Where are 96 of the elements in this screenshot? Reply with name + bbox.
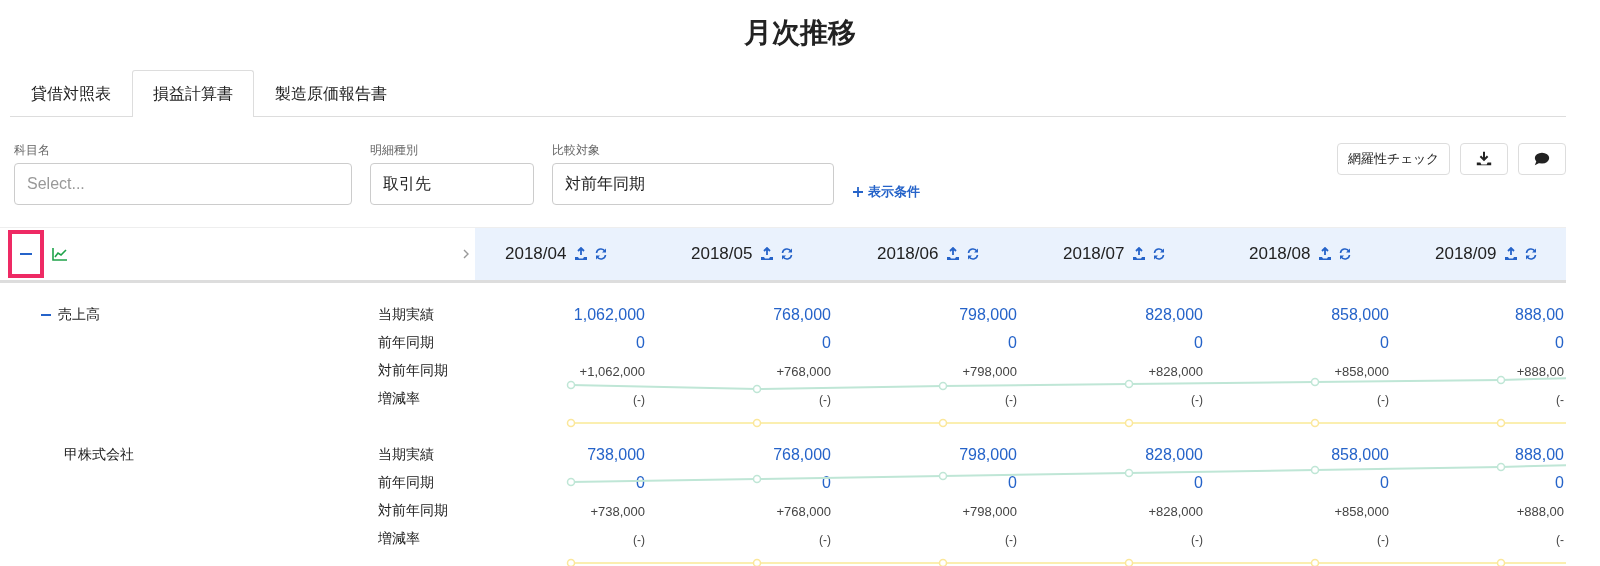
table-cell: 888,00 xyxy=(1515,306,1564,323)
table-cell: (-) xyxy=(633,533,645,547)
table-cell: 0 xyxy=(1008,474,1017,491)
metric-label: 前年同期 xyxy=(377,474,435,492)
page-title: 月次推移 xyxy=(743,16,857,50)
line-chart-icon[interactable] xyxy=(52,247,68,261)
metric-label: 対前年同期 xyxy=(377,502,449,520)
field-label: 科目名 xyxy=(14,142,51,159)
table-cell: +798,000 xyxy=(962,364,1017,379)
month-label: 2018/05 xyxy=(691,244,753,264)
download-icon xyxy=(1475,150,1493,168)
table-cell: (- xyxy=(1556,533,1564,547)
table-cell: +768,000 xyxy=(776,504,831,519)
upload-icon[interactable] xyxy=(760,247,775,261)
table-cell: 1,062,000 xyxy=(573,306,645,323)
metric-label: 当期実績 xyxy=(377,446,435,464)
tab[interactable]: 貸借対照表 xyxy=(10,70,132,117)
input-field[interactable]: 取引先 xyxy=(370,163,534,205)
input-field[interactable]: Select... xyxy=(14,163,352,205)
upload-icon[interactable] xyxy=(1504,247,1519,261)
table-cell: (-) xyxy=(633,393,645,407)
display-conditions-link[interactable]: 表示条件 xyxy=(852,183,920,201)
account-name: 売上高 xyxy=(58,306,100,324)
download-button[interactable] xyxy=(1460,143,1508,175)
refresh-icon[interactable] xyxy=(966,247,981,261)
plus-icon xyxy=(852,186,864,198)
collapse-all-button[interactable] xyxy=(8,230,44,278)
upload-icon[interactable] xyxy=(1132,247,1147,261)
table-cell: 798,000 xyxy=(959,306,1017,323)
upload-icon[interactable] xyxy=(574,247,589,261)
metric-label: 増減率 xyxy=(377,530,421,548)
table-cell: (-) xyxy=(1005,533,1017,547)
chevron-right-icon[interactable] xyxy=(463,249,469,259)
table-cell: +888,00 xyxy=(1516,364,1564,379)
table-cell: +828,000 xyxy=(1148,364,1203,379)
table-cell: (-) xyxy=(1191,533,1203,547)
refresh-icon[interactable] xyxy=(1524,247,1539,261)
table-cell: 0 xyxy=(1194,334,1203,351)
table-cell: +858,000 xyxy=(1334,504,1389,519)
table-cell: (-) xyxy=(819,533,831,547)
coverage-check-button[interactable]: 網羅性チェック xyxy=(1337,143,1450,175)
table-cell: 0 xyxy=(1008,334,1017,351)
minus-icon xyxy=(20,252,32,256)
tab[interactable]: 製造原価報告書 xyxy=(254,70,408,117)
table-cell: +768,000 xyxy=(776,364,831,379)
month-label: 2018/09 xyxy=(1435,244,1497,264)
refresh-icon[interactable] xyxy=(780,247,795,261)
table-cell: +798,000 xyxy=(962,504,1017,519)
table-cell: 0 xyxy=(636,334,645,351)
table-cell: 828,000 xyxy=(1145,306,1203,323)
table-cell: 828,000 xyxy=(1145,446,1203,463)
table-cell: +858,000 xyxy=(1334,364,1389,379)
table-cell: +1,062,000 xyxy=(579,364,645,379)
table-cell: 0 xyxy=(1555,334,1564,351)
field-label: 比較対象 xyxy=(552,142,601,159)
field-label: 明細種別 xyxy=(370,142,419,159)
comment-icon xyxy=(1533,150,1551,168)
metric-label: 増減率 xyxy=(377,390,421,408)
table-cell: 888,00 xyxy=(1515,446,1564,463)
refresh-icon[interactable] xyxy=(1152,247,1167,261)
table-cell: (-) xyxy=(1191,393,1203,407)
metric-label: 当期実績 xyxy=(377,306,435,324)
table-cell: (-) xyxy=(819,393,831,407)
table-cell: (-) xyxy=(1005,393,1017,407)
upload-icon[interactable] xyxy=(1318,247,1333,261)
table-cell: (- xyxy=(1556,393,1564,407)
comment-button[interactable] xyxy=(1518,143,1566,175)
table-cell: (-) xyxy=(1377,533,1389,547)
table-cell: +888,00 xyxy=(1516,504,1564,519)
table-cell: +828,000 xyxy=(1148,504,1203,519)
table-cell: 0 xyxy=(1380,474,1389,491)
table-cell: +738,000 xyxy=(590,504,645,519)
input-field[interactable]: 対前年同期 xyxy=(552,163,834,205)
table-cell: 768,000 xyxy=(773,306,831,323)
month-label: 2018/04 xyxy=(505,244,567,264)
table-cell: (-) xyxy=(1377,393,1389,407)
table-cell: 858,000 xyxy=(1331,446,1389,463)
table-cell: 858,000 xyxy=(1331,306,1389,323)
month-label: 2018/06 xyxy=(877,244,939,264)
table-cell: 0 xyxy=(1194,474,1203,491)
refresh-icon[interactable] xyxy=(1338,247,1353,261)
tab[interactable]: 損益計算書 xyxy=(132,70,254,117)
link-text[interactable]: 表示条件 xyxy=(868,183,920,201)
upload-icon[interactable] xyxy=(946,247,961,261)
table-cell: 0 xyxy=(822,334,831,351)
table-cell: 738,000 xyxy=(587,446,645,463)
month-label: 2018/07 xyxy=(1063,244,1125,264)
metric-label: 対前年同期 xyxy=(377,362,449,380)
table-cell: 768,000 xyxy=(773,446,831,463)
metric-label: 前年同期 xyxy=(377,334,435,352)
account-name: 甲株式会社 xyxy=(64,446,134,464)
table-cell: 0 xyxy=(1380,334,1389,351)
month-label: 2018/08 xyxy=(1249,244,1311,264)
table-cell: 0 xyxy=(1555,474,1564,491)
refresh-icon[interactable] xyxy=(594,247,609,261)
table-cell: 798,000 xyxy=(959,446,1017,463)
